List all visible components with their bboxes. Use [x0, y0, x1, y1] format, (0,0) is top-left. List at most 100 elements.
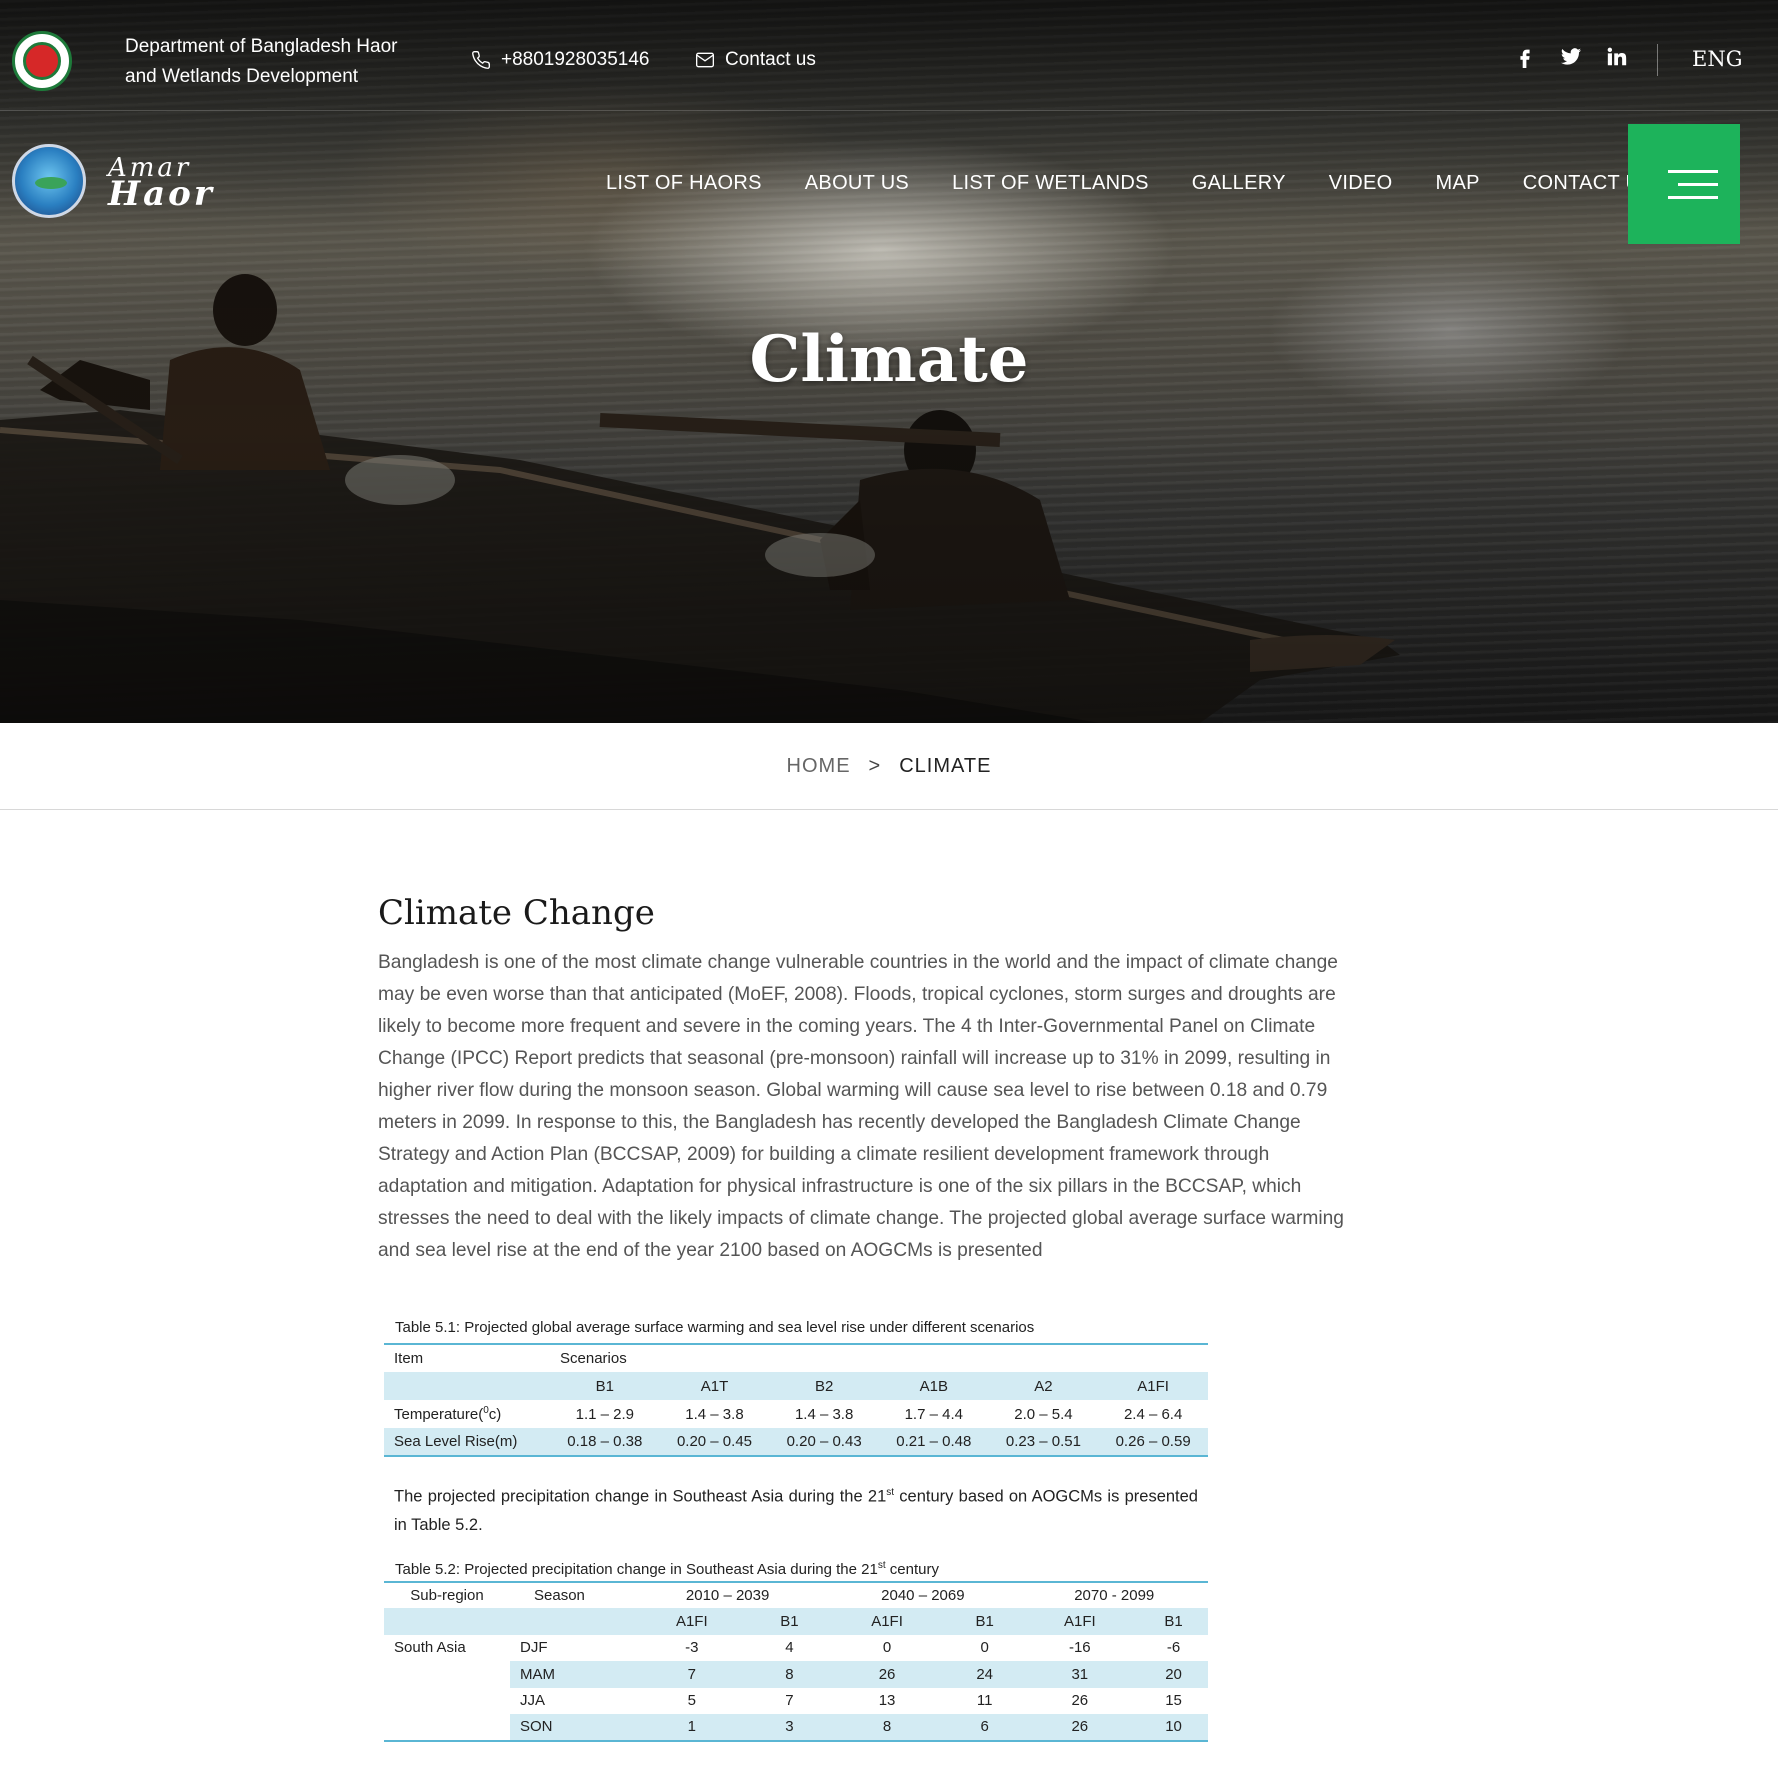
amar-haor-logo[interactable] [12, 144, 86, 218]
table1-cell: 0.20 – 0.43 [769, 1428, 879, 1456]
nav-list-of-wetlands[interactable]: LIST OF WETLANDS [952, 172, 1149, 195]
hamburger-line [1668, 195, 1718, 199]
hamburger-line [1678, 182, 1718, 186]
table1-cell: 2.4 – 6.4 [1123, 1405, 1183, 1423]
table2-subheader: A1FI [1020, 1608, 1140, 1635]
table1-cell: 0.20 – 0.45 [659, 1428, 770, 1456]
table2-cell: 8 [753, 1661, 826, 1688]
language-switch[interactable]: ENG [1692, 47, 1742, 71]
tables-image: Table 5.1: Projected global average surf… [384, 1313, 1208, 1742]
table2-cell: 6 [948, 1714, 1021, 1741]
table1-cell: 0.23 – 0.51 [988, 1428, 1099, 1456]
table2-cell: 5 [687, 1692, 696, 1710]
table2-cell: 31 [1020, 1661, 1140, 1688]
article-heading: Climate Change [378, 893, 655, 933]
table1-scenario: B1 [550, 1372, 660, 1400]
table2-cell: 15 [1165, 1692, 1182, 1710]
table2-cell: 20 [1139, 1661, 1208, 1688]
table-row: Temperature(0c) 1.1 – 2.9 1.4 – 3.8 1.4 … [384, 1400, 1208, 1428]
table1-scenario: A1T [659, 1372, 770, 1400]
article-body: Bangladesh is one of the most climate ch… [378, 952, 1344, 1261]
table1-cell: 0.21 – 0.48 [878, 1428, 989, 1456]
table1-scenario: A2 [988, 1372, 1099, 1400]
table2-season: SON [510, 1714, 630, 1741]
table1-scenarios-header: Scenarios [560, 1350, 627, 1367]
table1-row-label: Sea Level Rise(m) [384, 1428, 550, 1456]
facebook-icon[interactable] [1514, 46, 1536, 68]
hero-banner: Department of Bangladesh Haor and Wetlan… [0, 0, 1778, 723]
table2-cell: -16 [1068, 1639, 1091, 1657]
main-nav: LIST OF HAORS ABOUT US LIST OF WETLANDS … [606, 172, 1654, 195]
table2-cell: 26 [825, 1661, 949, 1688]
contact-label: Contact us [725, 49, 816, 70]
table2-cell: 3 [753, 1714, 826, 1741]
table2-period-header: 2040 – 2069 [881, 1586, 965, 1604]
table2-period-header: 2010 – 2039 [685, 1586, 770, 1604]
table2-season-header: Season [534, 1586, 585, 1604]
linkedin-icon[interactable] [1606, 46, 1628, 68]
envelope-icon [696, 52, 714, 68]
table2-cell: 10 [1139, 1714, 1208, 1741]
table1-cell: 0.18 – 0.38 [550, 1428, 660, 1456]
article: Climate Change Bangladesh is one of the … [378, 893, 1363, 1267]
hamburger-line [1668, 169, 1718, 173]
breadcrumb-separator: > [868, 754, 882, 777]
table2-cell: 24 [948, 1661, 1021, 1688]
breadcrumb-current: CLIMATE [899, 754, 992, 777]
table2-season: DJF [520, 1639, 548, 1657]
table2-cell: 7 [785, 1692, 794, 1710]
phone-icon [472, 50, 491, 69]
twitter-icon[interactable] [1560, 46, 1582, 68]
table1-row-label: Temperature(0c) [394, 1405, 502, 1423]
interlude-text: The projected precipitation change in So… [394, 1487, 1198, 1534]
table2-subheader: A1FI [825, 1608, 949, 1635]
table2-cell: -6 [1166, 1639, 1181, 1657]
table2-subregion: South Asia [394, 1638, 466, 1656]
nav-gallery[interactable]: GALLERY [1192, 172, 1286, 195]
table2-subheader: B1 [1139, 1608, 1208, 1635]
page-title: Climate [749, 322, 1029, 397]
nav-video[interactable]: VIDEO [1329, 172, 1393, 195]
table-row: Sea Level Rise(m) 0.18 – 0.38 0.20 – 0.4… [384, 1428, 1208, 1456]
table1-caption: Table 5.1: Projected global average surf… [395, 1319, 1035, 1336]
hamburger-menu-button[interactable] [1628, 124, 1740, 244]
table2-subregion-header: Sub-region [410, 1586, 484, 1604]
table1: Item Scenarios B1 A1T B2 A1B A2 A1FI Tem… [384, 1343, 1208, 1457]
table1-cell: 2.0 – 5.4 [1014, 1405, 1073, 1423]
brand-name[interactable]: Amar Haor [108, 155, 215, 214]
table2-cell: 13 [878, 1692, 896, 1710]
table1-cell: 1.1 – 2.9 [575, 1405, 635, 1423]
social-links [1514, 46, 1628, 68]
phone-link[interactable]: +8801928035146 [471, 49, 649, 71]
table2-caption: Table 5.2: Projected precipitation chang… [395, 1559, 939, 1578]
nav-about-us[interactable]: ABOUT US [805, 172, 909, 195]
table1-cell: 1.7 – 4.4 [904, 1405, 963, 1423]
table2-cell: 26 [1020, 1714, 1140, 1741]
table2-subheader: B1 [948, 1608, 1021, 1635]
table1-cell: 1.4 – 3.8 [685, 1405, 744, 1423]
contact-link[interactable]: Contact us [695, 49, 816, 71]
table2-cell: 8 [825, 1714, 949, 1741]
government-seal-logo[interactable] [12, 31, 72, 91]
table2-cell: 7 [630, 1661, 754, 1688]
table1-item-header: Item [394, 1350, 424, 1367]
table2: Sub-region Season 2010 – 2039 2040 – 206… [384, 1580, 1208, 1742]
table1-scenario: A1B [878, 1372, 989, 1400]
brand-line2: Haor [108, 174, 215, 214]
nav-map[interactable]: MAP [1436, 172, 1480, 195]
top-bar: Department of Bangladesh Haor and Wetlan… [0, 0, 1778, 111]
breadcrumb: HOME > CLIMATE [0, 723, 1778, 810]
nav-list-of-haors[interactable]: LIST OF HAORS [606, 172, 762, 195]
department-name: Department of Bangladesh Haor and Wetlan… [125, 36, 398, 87]
table1-scenario: B2 [769, 1372, 879, 1400]
table-row: South Asia DJF -3 4 0 0 -16 -6 [384, 1635, 1208, 1662]
table2-cell: 26 [1071, 1692, 1089, 1710]
table1-cell: 1.4 – 3.8 [794, 1405, 854, 1423]
table2-subheader: B1 [753, 1608, 826, 1635]
table2-period-header: 2070 - 2099 [1074, 1586, 1155, 1604]
table2-cell: 0 [882, 1639, 892, 1657]
phone-number: +8801928035146 [501, 49, 650, 70]
table2-cell: 11 [976, 1692, 993, 1710]
table2-cell: 1 [630, 1714, 754, 1741]
breadcrumb-home[interactable]: HOME [787, 755, 851, 778]
